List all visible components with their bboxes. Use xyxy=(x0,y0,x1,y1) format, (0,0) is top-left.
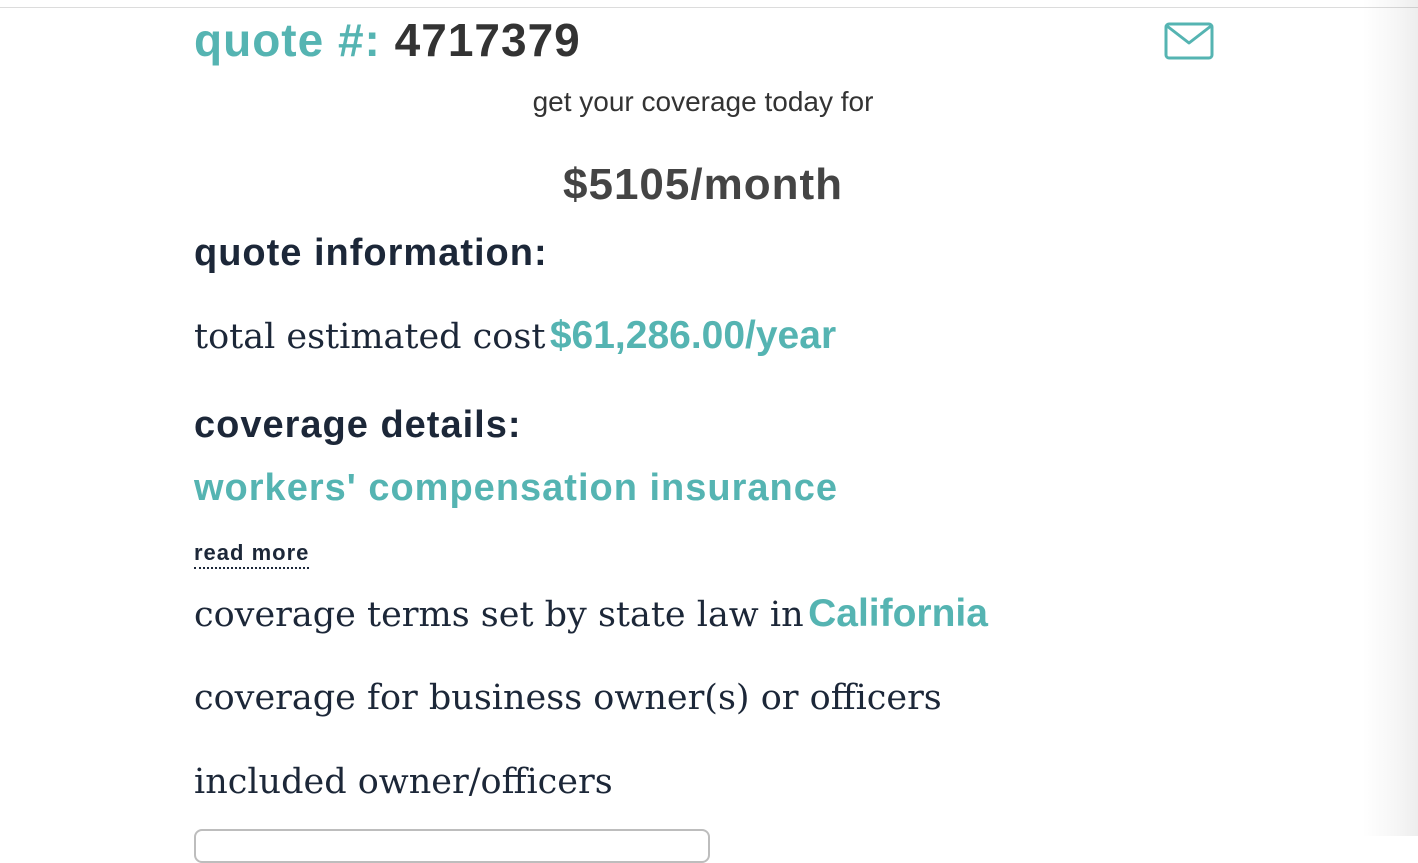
total-cost-label: total estimated cost xyxy=(194,317,546,357)
product-name: workers' compensation insurance xyxy=(194,467,839,509)
owners-select[interactable] xyxy=(194,829,710,863)
state-law-label: coverage terms set by state law in xyxy=(194,595,804,635)
total-estimated-cost: total estimated cost $61,286.00/year xyxy=(194,314,836,358)
quote-information-heading: quote information: xyxy=(194,232,548,274)
monthly-price: $5105/month xyxy=(563,160,843,209)
state-law-line: coverage terms set by state law in Calif… xyxy=(194,592,988,636)
top-divider xyxy=(0,7,1418,8)
quote-number-label: quote #: xyxy=(194,14,381,66)
read-more-link[interactable]: read more xyxy=(194,540,310,569)
coverage-details-heading: coverage details: xyxy=(194,404,522,446)
quote-number-value: 4717379 xyxy=(394,14,581,66)
owners-coverage-text: coverage for business owner(s) or office… xyxy=(194,678,942,718)
included-owners-label: included owner/officers xyxy=(194,762,613,802)
total-cost-value: $61,286.00/year xyxy=(549,314,837,357)
state-value: California xyxy=(808,592,988,635)
envelope-icon[interactable] xyxy=(1164,21,1214,61)
coverage-today-text: get your coverage today for xyxy=(532,86,874,117)
quote-number-title: quote #: 4717379 xyxy=(194,14,581,66)
scrollbar-shadow xyxy=(1362,0,1418,836)
